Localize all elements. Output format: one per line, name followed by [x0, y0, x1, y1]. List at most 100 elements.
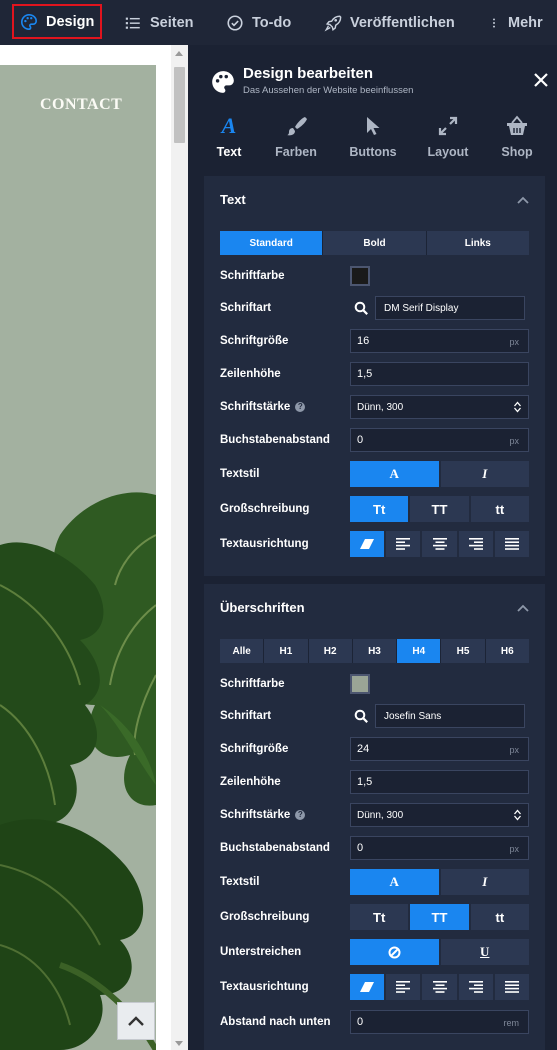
heading-color-swatch[interactable] — [350, 674, 370, 694]
chevron-up-icon[interactable] — [517, 604, 529, 612]
back-to-top-button[interactable] — [117, 1002, 155, 1040]
text-style-row: Textstil A I — [220, 461, 530, 487]
heading-underline-row: Unterstreichen U — [220, 939, 530, 965]
search-icon[interactable] — [354, 301, 369, 316]
align-center-button[interactable] — [422, 531, 457, 557]
heading-align-justify-button[interactable] — [494, 974, 530, 1000]
heading-case-capitalize-button[interactable]: Tt — [350, 904, 409, 930]
tab-h4[interactable]: H4 — [397, 639, 442, 663]
list-icon — [125, 17, 140, 29]
text-color-swatch[interactable] — [350, 266, 370, 286]
heading-weight-value: Dünn, 300 — [357, 809, 404, 821]
align-right-button[interactable] — [458, 531, 493, 557]
text-style-italic-button[interactable]: I — [440, 461, 529, 487]
heading-spacing-below-input[interactable]: 0 rem — [350, 1010, 529, 1034]
heading-line-height-value: 1,5 — [357, 776, 373, 788]
panel-subtitle: Das Aussehen der Website beeinflussen — [243, 85, 414, 96]
tab-h5[interactable]: H5 — [441, 639, 486, 663]
text-size-value: 16 — [357, 335, 370, 347]
text-weight-value: Dünn, 300 — [357, 401, 404, 413]
text-font-input[interactable]: DM Serif Display — [375, 296, 525, 320]
tab-standard[interactable]: Standard — [220, 231, 324, 255]
help-icon[interactable]: ? — [295, 810, 306, 820]
align-auto-button[interactable] — [350, 531, 385, 557]
heading-align-left-button[interactable] — [386, 974, 421, 1000]
preview-canvas[interactable]: CONTACT — [0, 65, 156, 1050]
heading-letter-spacing-value: 0 — [357, 842, 364, 854]
heading-case-lowercase-button[interactable]: tt — [470, 904, 529, 930]
text-case-uppercase-button[interactable]: TT — [410, 496, 469, 522]
text-style-label: Textstil — [220, 468, 260, 480]
tab-h3[interactable]: H3 — [352, 639, 398, 663]
heading-align-auto-button[interactable] — [350, 974, 385, 1000]
heading-style-normal-button[interactable]: A — [350, 869, 439, 895]
text-weight-row: Schriftstärke? Dünn, 300 — [220, 395, 530, 419]
tab-h6[interactable]: H6 — [485, 639, 529, 663]
heading-size-input[interactable]: 24 px — [350, 737, 529, 761]
heading-case-row: Großschreibung Tt TT tt — [220, 904, 530, 930]
align-left-button[interactable] — [386, 531, 421, 557]
heading-color-label: Schriftfarbe — [220, 678, 285, 690]
heading-line-height-input[interactable]: 1,5 — [350, 770, 529, 794]
text-case-lowercase-button[interactable]: tt — [470, 496, 529, 522]
heading-letter-spacing-unit: px — [509, 844, 519, 854]
tab-all-headings[interactable]: Alle — [220, 639, 265, 663]
heading-spacing-below-label: Abstand nach unten — [220, 1016, 331, 1028]
tab-bold[interactable]: Bold — [323, 231, 427, 255]
tab-links[interactable]: Links — [426, 231, 529, 255]
eraser-icon — [360, 539, 375, 549]
pages-menu-button[interactable]: Seiten — [124, 0, 194, 45]
more-vertical-icon — [493, 17, 495, 28]
heading-align-center-button[interactable] — [422, 974, 457, 1000]
scroll-up-arrow[interactable] — [175, 51, 183, 56]
heading-font-input[interactable]: Josefin Sans — [375, 704, 525, 728]
text-color-label: Schriftfarbe — [220, 270, 285, 282]
text-style-normal-button[interactable]: A — [350, 461, 439, 487]
text-size-unit: px — [509, 337, 519, 347]
text-weight-select[interactable]: Dünn, 300 — [350, 395, 529, 419]
underline-on-button[interactable]: U — [440, 939, 529, 965]
tab-h2[interactable]: H2 — [308, 639, 353, 663]
scrollbar-thumb[interactable] — [174, 67, 185, 143]
heading-weight-label: Schriftstärke — [220, 809, 291, 821]
publish-menu-button[interactable]: Veröffentlichen — [324, 0, 455, 45]
heading-weight-select[interactable]: Dünn, 300 — [350, 803, 529, 827]
text-letter-spacing-input[interactable]: 0 px — [350, 428, 529, 452]
heading-letter-spacing-input[interactable]: 0 px — [350, 836, 529, 860]
heading-case-uppercase-button[interactable]: TT — [410, 904, 469, 930]
brush-icon — [287, 117, 307, 136]
tab-buttons-label: Buttons — [349, 145, 397, 159]
text-size-row: Schriftgröße 16 px — [220, 329, 530, 353]
preview-scrollbar[interactable] — [171, 45, 188, 1050]
design-menu-button[interactable]: Design — [12, 4, 102, 39]
chevron-up-icon[interactable] — [517, 196, 529, 204]
tab-layout[interactable]: Layout — [413, 113, 483, 163]
underline-none-button[interactable] — [350, 939, 439, 965]
align-justify-button[interactable] — [494, 531, 530, 557]
search-icon[interactable] — [354, 709, 369, 724]
tab-buttons[interactable]: Buttons — [338, 113, 408, 163]
todo-menu-button[interactable]: To-do — [226, 0, 291, 45]
text-section-header[interactable]: Text — [204, 176, 545, 222]
align-center-icon — [432, 538, 447, 550]
text-size-input[interactable]: 16 px — [350, 329, 529, 353]
more-menu-button[interactable]: Mehr — [488, 0, 543, 45]
rocket-icon — [324, 15, 342, 31]
heading-align-right-button[interactable] — [458, 974, 493, 1000]
text-case-capitalize-button[interactable]: Tt — [350, 496, 409, 522]
tab-shop[interactable]: Shop — [482, 113, 552, 163]
heading-style-italic-button[interactable]: I — [440, 869, 529, 895]
text-align-label: Textausrichtung — [220, 538, 309, 550]
align-right-icon — [468, 538, 483, 550]
help-icon[interactable]: ? — [295, 402, 306, 412]
close-icon[interactable] — [534, 73, 548, 87]
text-line-height-input[interactable]: 1,5 — [350, 362, 529, 386]
tab-colors[interactable]: Farben — [261, 113, 331, 163]
text-case-row: Großschreibung Tt TT tt — [220, 496, 530, 522]
text-font-row: Schriftart DM Serif Display — [220, 296, 530, 320]
heading-font-label: Schriftart — [220, 710, 272, 722]
tab-h1[interactable]: H1 — [264, 639, 309, 663]
scroll-down-arrow[interactable] — [175, 1041, 183, 1046]
headings-section-header[interactable]: Überschriften — [204, 584, 545, 630]
tab-text[interactable]: A Text — [194, 113, 264, 163]
